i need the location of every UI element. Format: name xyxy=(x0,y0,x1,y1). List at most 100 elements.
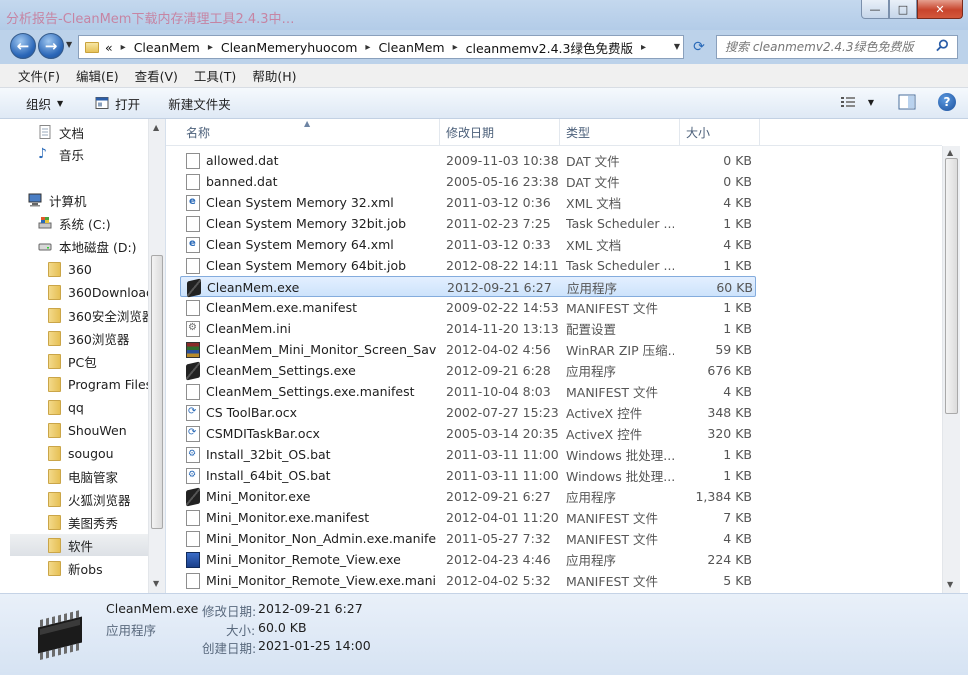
file-row[interactable]: CleanMem_Settings.exe.manifest 2011-10-04… xyxy=(180,381,756,402)
nav-item-folder[interactable]: 360Download xyxy=(48,281,154,303)
breadcrumb-item[interactable]: CleanMemeryhuocom xyxy=(221,40,358,55)
column-header-date[interactable]: 修改日期 xyxy=(440,119,560,146)
file-row[interactable]: Clean System Memory 64bit.job 2012-08-22 … xyxy=(180,255,756,276)
navigation-pane[interactable]: 文档 ♪ 音乐 计算机 系统 (C:) 本地磁盘 (D:) 360 360Dow… xyxy=(0,119,166,593)
chevron-right-icon[interactable]: ▸ xyxy=(365,42,370,53)
file-row[interactable]: Mini_Monitor_Non_Admin.exe.manifest 2011-… xyxy=(180,528,756,549)
file-row[interactable]: banned.dat 2005-05-16 23:38 DAT 文件 0 KB xyxy=(180,171,756,192)
file-date: 2012-09-21 6:27 xyxy=(447,280,552,295)
column-header-size[interactable]: 大小 xyxy=(680,119,760,146)
nav-item-folder[interactable]: 新obs xyxy=(48,557,103,579)
search-box[interactable] xyxy=(716,35,958,59)
chevron-right-icon[interactable]: ▸ xyxy=(208,42,213,53)
menu-help[interactable]: 帮助(H) xyxy=(244,66,304,85)
nav-item-folder-selected[interactable]: 软件 xyxy=(10,534,148,556)
details-file-type: 应用程序 xyxy=(106,623,157,638)
file-row[interactable]: CSMDITaskBar.ocx 2005-03-14 20:35 ActiveX … xyxy=(180,423,756,444)
chevron-right-icon[interactable]: ▸ xyxy=(453,42,458,53)
file-row[interactable]: Mini_Monitor_Remote_View.exe.manif... 201… xyxy=(180,570,756,591)
file-row[interactable]: CleanMem.ini 2014-11-20 13:13 配置设置 1 KB xyxy=(180,318,756,339)
nav-item-folder[interactable]: sougou xyxy=(48,442,114,464)
menu-edit[interactable]: 编辑(E) xyxy=(68,66,127,85)
folder-icon xyxy=(48,307,61,323)
file-row[interactable]: Mini_Monitor.exe 2012-09-21 6:27 应用程序 1,384… xyxy=(180,486,756,507)
nav-item-folder[interactable]: 电脑管家 xyxy=(48,465,118,487)
organize-button[interactable]: 组织 ▼ xyxy=(0,88,73,119)
scroll-up-icon[interactable]: ▲ xyxy=(947,148,953,157)
nav-item-label: Program Files xyxy=(68,376,153,392)
view-options-chevron-down-icon[interactable]: ▼ xyxy=(868,98,874,107)
file-row-selected[interactable]: CleanMem.exe 2012-09-21 6:27 应用程序 60 KB xyxy=(180,276,756,297)
file-name: Mini_Monitor_Non_Admin.exe.manifest xyxy=(206,531,436,546)
file-list[interactable]: 名称 ▲ 修改日期 类型 大小 allowed.dat 2009-11-03 10… xyxy=(166,119,968,593)
file-row[interactable]: CleanMem.exe.manifest 2009-02-22 14:53 MAN… xyxy=(180,297,756,318)
file-name: CleanMem.exe xyxy=(207,280,300,295)
file-row[interactable]: Install_64bit_OS.bat 2011-03-11 11:00 Wind… xyxy=(180,465,756,486)
scroll-up-icon[interactable]: ▲ xyxy=(153,123,159,132)
menu-view[interactable]: 查看(V) xyxy=(127,66,186,85)
breadcrumb-item[interactable]: CleanMem xyxy=(378,40,444,55)
title-bar[interactable]: 分析报告-CleanMem下载内存清理工具2.4.3中… — □ ✕ xyxy=(0,0,968,30)
search-input[interactable] xyxy=(717,40,927,54)
file-row[interactable]: Mini_Monitor.exe.manifest 2012-04-01 11:2… xyxy=(180,507,756,528)
nav-item-folder[interactable]: 360 xyxy=(48,258,92,280)
address-history-chevron-down-icon[interactable]: ▼ xyxy=(674,42,680,51)
file-size: 4 KB xyxy=(723,384,752,399)
open-button[interactable]: 打开 xyxy=(73,88,150,119)
close-button[interactable]: ✕ xyxy=(917,0,963,19)
folder-icon xyxy=(48,284,61,300)
refresh-icon[interactable]: ⟳ xyxy=(688,36,710,58)
help-icon[interactable]: ? xyxy=(938,93,956,111)
nav-item-folder[interactable]: PC包 xyxy=(48,350,97,372)
nav-item-local-disk-d[interactable]: 本地磁盘 (D:) xyxy=(38,235,137,257)
file-row[interactable]: CleanMem_Settings.exe 2012-09-21 6:28 应用程序… xyxy=(180,360,756,381)
breadcrumb-item[interactable]: CleanMem xyxy=(134,40,200,55)
file-row[interactable]: Clean System Memory 32bit.job 2011-02-23 … xyxy=(180,213,756,234)
nav-item-folder[interactable]: 360安全浏览器 xyxy=(48,304,154,326)
chevron-right-icon[interactable]: ▸ xyxy=(121,42,126,53)
breadcrumb-item[interactable]: cleanmemv2.4.3绿色免费版 xyxy=(466,38,633,57)
search-icon[interactable] xyxy=(936,39,949,52)
file-row[interactable]: CS ToolBar.ocx 2002-07-27 15:23 ActiveX 控件… xyxy=(180,402,756,423)
nav-item-documents[interactable]: 文档 xyxy=(38,121,84,143)
preview-pane-icon[interactable] xyxy=(898,94,916,110)
list-scroll-thumb[interactable] xyxy=(945,158,958,414)
breadcrumb-overflow[interactable]: « xyxy=(105,40,113,55)
file-row[interactable]: Clean System Memory 64.xml 2011-03-12 0:3… xyxy=(180,234,756,255)
nav-item-folder[interactable]: Program Files xyxy=(48,373,152,395)
file-name: Mini_Monitor_Remote_View.exe xyxy=(206,552,401,567)
nav-item-system-c[interactable]: 系统 (C:) xyxy=(38,212,111,234)
nav-item-folder[interactable]: 360浏览器 xyxy=(48,327,129,349)
minimize-button[interactable]: — xyxy=(861,0,889,19)
details-created-label: 创建日期: xyxy=(202,641,257,656)
file-name-cell: CSMDITaskBar.ocx xyxy=(186,423,436,444)
scroll-down-icon[interactable]: ▼ xyxy=(947,580,953,589)
address-bar[interactable]: « ▸ CleanMem ▸ CleanMemeryhuocom ▸ Clean… xyxy=(78,35,684,59)
file-row[interactable]: allowed.dat 2009-11-03 10:38 DAT 文件 0 KB xyxy=(180,150,756,171)
nav-item-music[interactable]: ♪ 音乐 xyxy=(38,143,84,165)
nav-item-folder[interactable]: 火狐浏览器 xyxy=(48,488,131,510)
file-row[interactable]: Clean System Memory 32.xml 2011-03-12 0:3… xyxy=(180,192,756,213)
file-row[interactable]: CleanMem_Mini_Monitor_Screen_Sav... 2012-… xyxy=(180,339,756,360)
new-folder-button[interactable]: 新建文件夹 xyxy=(150,88,241,119)
nav-item-folder[interactable]: qq xyxy=(48,396,84,418)
column-header-type[interactable]: 类型 xyxy=(560,119,680,146)
maximize-button[interactable]: □ xyxy=(889,0,917,19)
nav-item-folder[interactable]: 美图秀秀 xyxy=(48,511,118,533)
recent-pages-chevron-down-icon[interactable]: ▼ xyxy=(66,40,72,49)
nav-scrollbar[interactable]: ▲ ▼ xyxy=(148,119,165,593)
chevron-right-icon[interactable]: ▸ xyxy=(641,42,646,53)
nav-scroll-thumb[interactable] xyxy=(151,255,163,529)
back-button[interactable]: ← xyxy=(10,33,36,59)
forward-button[interactable]: → xyxy=(38,33,64,59)
view-details-icon[interactable] xyxy=(840,95,858,109)
list-scrollbar[interactable]: ▲ ▼ xyxy=(942,146,960,593)
nav-item-computer[interactable]: 计算机 xyxy=(28,189,87,211)
menu-tools[interactable]: 工具(T) xyxy=(186,66,244,85)
nav-item-folder[interactable]: ShouWen xyxy=(48,419,127,441)
file-row[interactable]: Mini_Monitor_Remote_View.exe 2012-04-23 4… xyxy=(180,549,756,570)
file-row[interactable]: Install_32bit_OS.bat 2011-03-11 11:00 Wind… xyxy=(180,444,756,465)
scroll-down-icon[interactable]: ▼ xyxy=(153,579,159,588)
file-type: MANIFEST 文件 xyxy=(566,385,659,400)
menu-file[interactable]: 文件(F) xyxy=(10,66,68,85)
